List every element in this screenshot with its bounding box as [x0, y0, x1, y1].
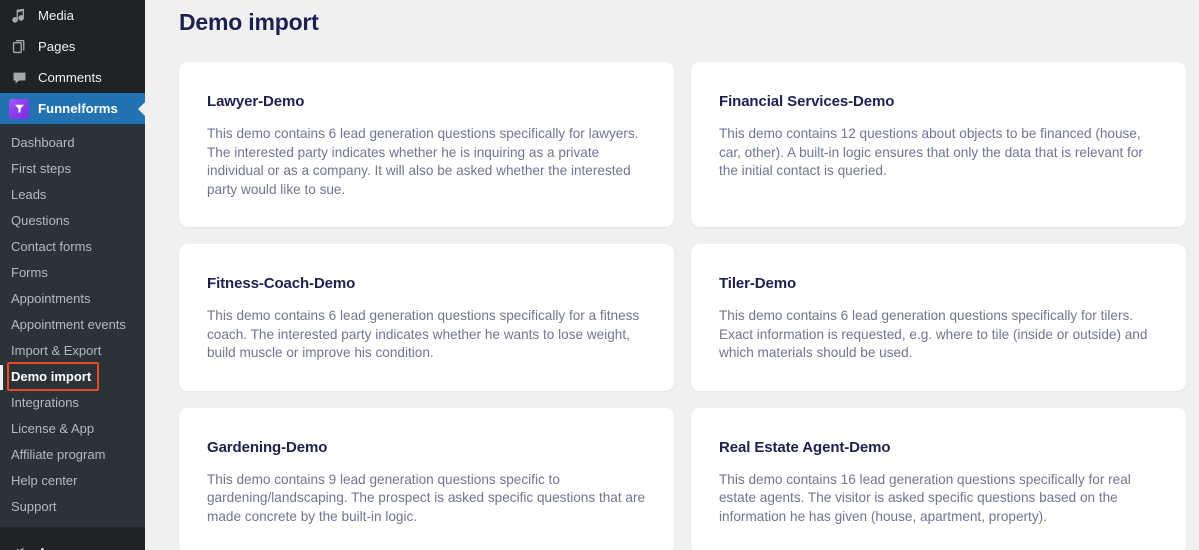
- sidebar-bottom-menu: Appearance: [0, 536, 145, 550]
- demo-card-financial-services[interactable]: Financial Services-Demo This demo contai…: [691, 62, 1186, 227]
- submenu-item-appointments[interactable]: Appointments: [0, 286, 145, 312]
- sidebar-item-appearance[interactable]: Appearance: [0, 536, 145, 550]
- funnelforms-submenu: Dashboard First steps Leads Questions Co…: [0, 124, 145, 527]
- demo-card-title: Financial Services-Demo: [719, 93, 895, 110]
- sidebar-separator: [0, 527, 145, 536]
- demo-card-description: This demo contains 16 lead generation qu…: [719, 471, 1131, 524]
- submenu-item-forms[interactable]: Forms: [0, 260, 145, 286]
- demo-card-description: This demo contains 6 lead generation que…: [719, 308, 1148, 360]
- submenu-item-license-app[interactable]: License & App: [0, 416, 145, 442]
- admin-sidebar: Media Pages Comments Funnelforms Dashboa…: [0, 0, 145, 550]
- demo-card-description: This demo contains 6 lead generation que…: [207, 126, 639, 197]
- sidebar-item-media[interactable]: Media: [0, 0, 145, 31]
- main-content: Demo import Lawyer-Demo This demo contai…: [145, 0, 1199, 550]
- submenu-item-affiliate-program[interactable]: Affiliate program: [0, 442, 145, 468]
- sidebar-item-label: Media: [38, 7, 74, 23]
- demo-card-title: Real Estate Agent-Demo: [719, 438, 891, 456]
- demo-cards-grid: Lawyer-Demo This demo contains 6 lead ge…: [179, 62, 1186, 550]
- demo-card-title: Lawyer-Demo: [207, 93, 305, 110]
- demo-card-lawyer[interactable]: Lawyer-Demo This demo contains 6 lead ge…: [179, 62, 674, 227]
- demo-card-gardening[interactable]: Gardening-Demo This demo contains 9 lead…: [179, 407, 674, 550]
- submenu-item-contact-forms[interactable]: Contact forms: [0, 234, 145, 260]
- page-title: Demo import: [179, 9, 319, 35]
- current-arrow-icon: [138, 100, 145, 117]
- sidebar-item-label: Pages: [38, 38, 76, 54]
- submenu-item-help-center[interactable]: Help center: [0, 468, 145, 494]
- funnelforms-badge: [9, 98, 29, 119]
- admin-page: Media Pages Comments Funnelforms Dashboa…: [0, 0, 1199, 550]
- media-icon: [9, 6, 29, 26]
- demo-card-description: This demo contains 12 questions about ob…: [719, 126, 1143, 178]
- sidebar-item-label: Comments: [38, 69, 102, 85]
- submenu-item-import-export[interactable]: Import & Export: [0, 338, 145, 364]
- submenu-item-demo-import[interactable]: Demo import: [0, 362, 145, 391]
- submenu-item-leads[interactable]: Leads: [0, 182, 145, 208]
- submenu-item-integrations[interactable]: Integrations: [0, 390, 145, 416]
- submenu-item-appointment-events[interactable]: Appointment events: [0, 312, 145, 338]
- sidebar-item-comments[interactable]: Comments: [0, 62, 145, 93]
- sidebar-item-funnelforms[interactable]: Funnelforms: [0, 93, 145, 124]
- demo-card-real-estate-agent[interactable]: Real Estate Agent-Demo This demo contain…: [691, 407, 1186, 550]
- funnelforms-icon: [9, 98, 29, 119]
- submenu-item-first-steps[interactable]: First steps: [0, 156, 145, 182]
- sidebar-item-pages[interactable]: Pages: [0, 31, 145, 62]
- sidebar-item-label: Funnelforms: [38, 100, 118, 116]
- submenu-item-dashboard[interactable]: Dashboard: [0, 130, 145, 156]
- pages-icon: [9, 37, 29, 57]
- demo-card-title: Gardening-Demo: [207, 438, 328, 456]
- demo-card-description: This demo contains 6 lead generation que…: [207, 308, 640, 360]
- sidebar-top-menu: Media Pages Comments Funnelforms Dashboa…: [0, 0, 145, 536]
- sidebar-item-label: Appearance: [38, 546, 109, 550]
- demo-card-description: This demo contains 9 lead generation que…: [207, 471, 646, 524]
- demo-card-title: Tiler-Demo: [719, 275, 797, 292]
- demo-card-tiler[interactable]: Tiler-Demo This demo contains 6 lead gen…: [691, 244, 1186, 391]
- appearance-icon: [9, 543, 29, 550]
- submenu-item-support[interactable]: Support: [0, 494, 145, 520]
- comments-icon: [9, 68, 29, 88]
- demo-card-title: Fitness-Coach-Demo: [207, 275, 356, 292]
- submenu-item-label: Demo import: [11, 369, 92, 384]
- demo-card-fitness-coach[interactable]: Fitness-Coach-Demo This demo contains 6 …: [179, 244, 674, 391]
- submenu-item-questions[interactable]: Questions: [0, 208, 145, 234]
